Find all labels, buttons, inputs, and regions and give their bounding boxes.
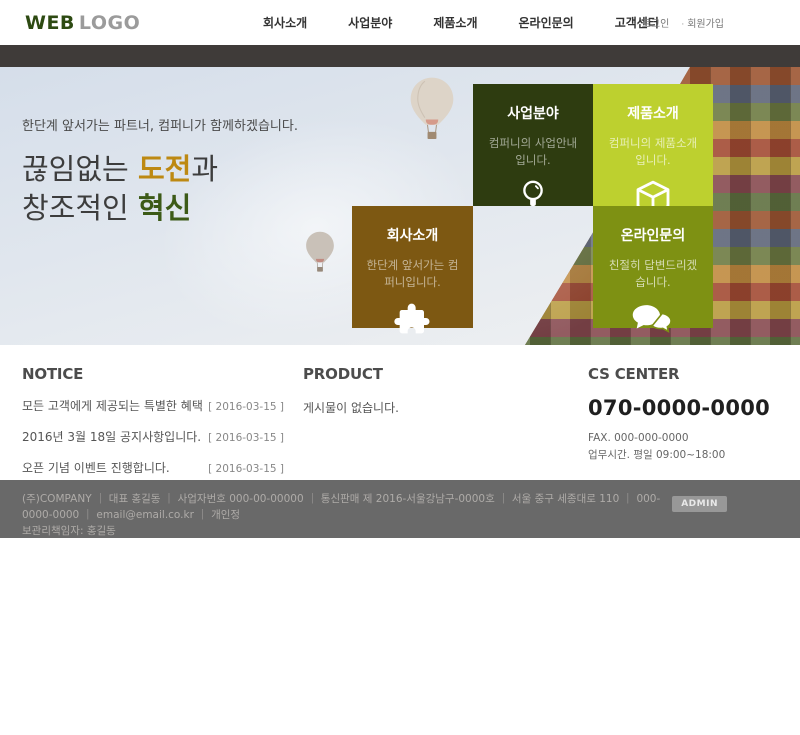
puzzle-icon [352,300,473,344]
footer: (주)COMPANY ｜ 대표 홍길동 ｜ 사업자번호 000-00-00000… [0,480,800,538]
small-balloon-image [302,230,338,282]
auth-links: ·로그인 ·회원가입 [636,0,724,45]
headline2-normal: 창조적인 [22,191,138,225]
cs-center-section: CS CENTER 070-0000-0000 FAX. 000-000-000… [588,365,788,462]
product-heading: PRODUCT [303,365,533,383]
site-logo[interactable]: WEBLOGO [25,12,140,34]
signup-label: 회원가입 [687,19,724,30]
headline1-accent: 도전 [138,152,191,186]
tile-online-inquiry[interactable]: 온라인문의 친절히 답변드리겠 습니다. [593,206,713,328]
footer-company-info: (주)COMPANY ｜ 대표 홍길동 ｜ 사업자번호 000-00-00000… [22,491,672,539]
page: WEBLOGO 회사소개 사업분야 제품소개 온라인문의 고객센터 ·로그인 ·… [0,0,800,735]
tile-description: 한단계 앞서가는 컴퍼니입니다. [362,257,463,291]
tile-title: 사업분야 [473,103,593,123]
tile-title: 온라인문의 [593,225,713,245]
notice-item-text: 모든 고객에게 제공되는 특별한 혜택 [22,397,203,414]
cs-fax-number: FAX. 000-000-0000 [588,432,788,444]
bullet-icon: · [681,20,684,30]
cs-center-heading: CS CENTER [588,365,788,383]
cs-business-hours: 업무시간. 평일 09:00~18:00 [588,447,788,462]
notice-item[interactable]: 2016년 3월 18일 공지사항입니다. [ 2016-03-15 ] [22,428,284,445]
notice-item-date: [ 2016-03-15 ] [208,463,284,475]
notice-item-text: 2016년 3월 18일 공지사항입니다. [22,428,201,445]
product-section: PRODUCT 게시물이 없습니다. [303,365,533,416]
nav-item-company[interactable]: 회사소개 [263,14,307,31]
headline2-accent: 혁신 [138,191,191,225]
headline1-tail: 과 [191,152,218,186]
notice-item-date: [ 2016-03-15 ] [208,401,284,413]
login-link[interactable]: ·로그인 [636,15,669,30]
hero-tagline: 한단계 앞서가는 파트너, 컴퍼니가 함께하겠습니다. [22,115,298,134]
nav-item-business[interactable]: 사업분야 [348,14,392,31]
header: WEBLOGO 회사소개 사업분야 제품소개 온라인문의 고객센터 ·로그인 ·… [0,0,800,45]
admin-button[interactable]: ADMIN [672,496,727,512]
cs-phone-number: 070-0000-0000 [588,396,788,420]
notice-heading: NOTICE [22,365,284,383]
notice-section: NOTICE 모든 고객에게 제공되는 특별한 혜택 [ 2016-03-15 … [22,365,284,476]
chat-bubbles-icon [593,300,713,342]
notice-item[interactable]: 모든 고객에게 제공되는 특별한 혜택 [ 2016-03-15 ] [22,397,284,414]
hero-copy: 한단계 앞서가는 파트너, 컴퍼니가 함께하겠습니다. 끊임없는 도전과 창조적… [22,115,298,228]
tile-title: 제품소개 [593,103,713,123]
hero-headline-line2: 창조적인 혁신 [22,189,298,228]
tile-description: 친절히 답변드리겠 습니다. [603,257,703,291]
main-nav: 회사소개 사업분야 제품소개 온라인문의 고객센터 [263,0,659,45]
tile-description: 컴퍼니의 사업안내 입니다. [483,135,583,169]
logo-text-logo: LOGO [79,12,140,34]
nav-item-product[interactable]: 제품소개 [433,14,477,31]
tile-company-intro[interactable]: 회사소개 한단계 앞서가는 컴퍼니입니다. [352,206,473,328]
login-label: 로그인 [642,19,670,30]
top-dark-strip [0,45,800,67]
tile-title: 회사소개 [352,225,473,245]
logo-text-web: WEB [25,12,75,34]
small-balloon-image [403,75,461,155]
tile-description: 컴퍼니의 제품소개 입니다. [603,135,703,169]
notice-item-date: [ 2016-03-15 ] [208,432,284,444]
nav-item-inquiry[interactable]: 온라인문의 [519,14,574,31]
tile-business-area[interactable]: 사업분야 컴퍼니의 사업안내 입니다. [473,84,593,206]
headline1-normal: 끊임없는 [22,152,138,186]
footer-info-line1: (주)COMPANY ｜ 대표 홍길동 ｜ 사업자번호 000-00-00000… [22,491,672,523]
content-row: NOTICE 모든 고객에게 제공되는 특별한 혜택 [ 2016-03-15 … [0,345,800,480]
bullet-icon: · [636,20,639,30]
hero-banner: 한단계 앞서가는 파트너, 컴퍼니가 함께하겠습니다. 끊임없는 도전과 창조적… [0,67,800,345]
signup-link[interactable]: ·회원가입 [681,15,724,30]
tile-product-intro[interactable]: 제품소개 컴퍼니의 제품소개 입니다. [593,84,713,206]
notice-item-text: 오픈 기념 이벤트 진행합니다. [22,459,170,476]
product-empty-message: 게시물이 없습니다. [303,399,533,416]
lightbulb-icon [473,178,593,216]
notice-item[interactable]: 오픈 기념 이벤트 진행합니다. [ 2016-03-15 ] [22,459,284,476]
hero-headline-line1: 끊임없는 도전과 [22,150,298,189]
footer-info-line2: 보관리책임자: 홍길동 [22,523,672,539]
